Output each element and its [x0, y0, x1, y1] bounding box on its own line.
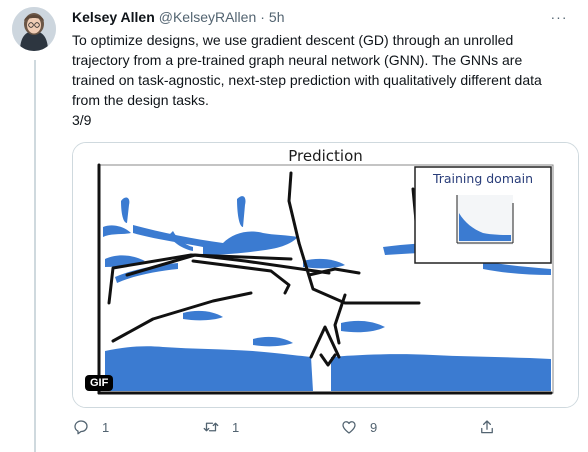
- more-options-icon[interactable]: ···: [548, 6, 570, 28]
- tweet-header: Kelsey Allen @KelseyRAllen · 5h: [72, 8, 284, 26]
- header-separator: ·: [260, 9, 265, 25]
- avatar-image: [12, 7, 56, 51]
- gif-badge: GIF: [85, 375, 114, 391]
- author-handle[interactable]: @KelseyRAllen: [159, 9, 256, 25]
- retweet-button[interactable]: 1: [202, 418, 239, 436]
- share-icon: [481, 420, 493, 434]
- like-count: 9: [370, 419, 378, 435]
- retweet-icon: [203, 422, 219, 432]
- like-button[interactable]: 9: [340, 418, 377, 436]
- reply-count: 1: [102, 419, 110, 435]
- tweet-media-gif[interactable]: Prediction Training domain GIF: [72, 142, 579, 408]
- prediction-title: Prediction: [288, 147, 363, 165]
- share-button[interactable]: [478, 418, 496, 436]
- training-domain-label: Training domain: [432, 171, 534, 186]
- reply-button[interactable]: 1: [72, 418, 109, 436]
- author-name[interactable]: Kelsey Allen: [72, 9, 155, 25]
- thread-line: [34, 60, 36, 452]
- tweet-text: To optimize designs, we use gradient des…: [72, 32, 542, 128]
- training-domain-preview: [456, 195, 514, 245]
- heart-icon: [342, 421, 356, 434]
- retweet-count: 1: [232, 419, 240, 435]
- tweet-actions: 1 1 9: [72, 416, 502, 438]
- avatar[interactable]: [12, 7, 56, 51]
- reply-icon: [74, 420, 88, 435]
- tweet-timestamp[interactable]: 5h: [269, 9, 285, 25]
